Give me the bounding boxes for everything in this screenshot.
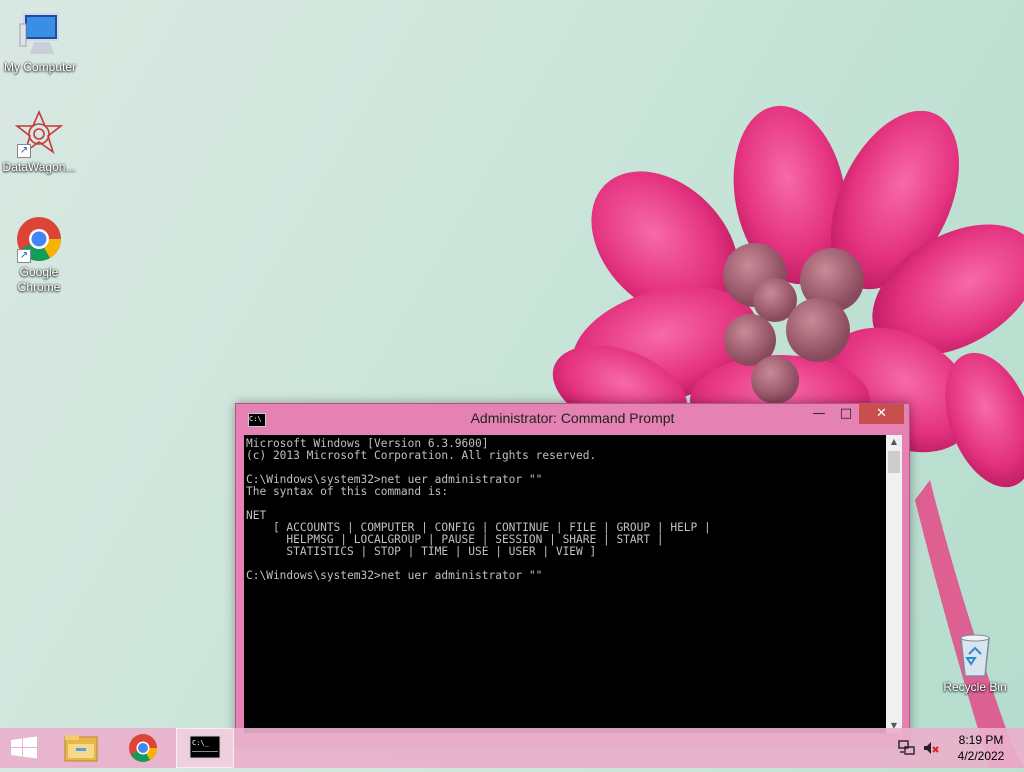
volume-muted-icon[interactable] xyxy=(921,738,941,758)
taskbar-file-explorer[interactable] xyxy=(56,728,106,768)
taskbar-chrome[interactable] xyxy=(118,728,168,768)
chrome-icon xyxy=(129,734,157,762)
taskbar-command-prompt[interactable]: C:\_ xyxy=(176,728,234,768)
svg-text:C:\_: C:\_ xyxy=(192,739,210,747)
clock-time: 8:19 PM xyxy=(958,733,1004,747)
maximize-button[interactable]: □ xyxy=(833,404,859,424)
scroll-thumb[interactable] xyxy=(888,451,900,473)
desktop-icon-datawagon[interactable]: ↗ DataWagon... xyxy=(0,109,79,175)
desktop-icon-label: My Computer xyxy=(3,60,77,74)
recycle-bin-icon xyxy=(951,630,999,678)
shortcut-arrow-icon: ↗ xyxy=(17,144,31,158)
network-icon[interactable] xyxy=(896,738,916,758)
desktop-icon-my-computer[interactable]: My Computer xyxy=(0,10,80,75)
desktop-icon-google-chrome[interactable]: ↗ Google Chrome xyxy=(0,215,79,295)
desktop-icon-label: Recycle Bin xyxy=(943,680,1007,694)
folder-icon xyxy=(64,735,98,762)
taskbar: C:\_ 8:19 PM 4/2/2022 xyxy=(0,728,1024,768)
start-button[interactable] xyxy=(0,728,48,768)
console-text: Microsoft Windows [Version 6.3.9600] (c)… xyxy=(246,437,711,582)
clock-date: 4/2/2022 xyxy=(957,749,1005,763)
command-prompt-window[interactable]: C:\ Administrator: Command Prompt — □ ✕ … xyxy=(235,403,910,747)
minimize-button[interactable]: — xyxy=(806,404,832,424)
window-titlebar[interactable]: C:\ Administrator: Command Prompt — □ ✕ xyxy=(236,404,909,434)
close-button[interactable]: ✕ xyxy=(859,404,904,424)
windows-logo-icon xyxy=(11,736,37,759)
system-clock[interactable]: 8:19 PM 4/2/2022 xyxy=(943,732,1019,764)
cmd-icon: C:\_ xyxy=(189,735,221,759)
shortcut-arrow-icon: ↗ xyxy=(17,249,31,263)
scroll-up-icon[interactable]: ▲ xyxy=(886,435,902,449)
computer-icon xyxy=(16,10,64,58)
desktop-icon-label: Google Chrome xyxy=(17,265,61,294)
desktop-icon-recycle-bin[interactable]: Recycle Bin xyxy=(935,630,1015,695)
datawagon-icon: ↗ xyxy=(14,109,64,158)
console-output[interactable]: Microsoft Windows [Version 6.3.9600] (c)… xyxy=(244,435,886,733)
vertical-scrollbar[interactable]: ▲ ▼ xyxy=(886,435,902,733)
desktop-icon-label: DataWagon... xyxy=(2,160,76,174)
chrome-icon: ↗ xyxy=(15,215,63,263)
